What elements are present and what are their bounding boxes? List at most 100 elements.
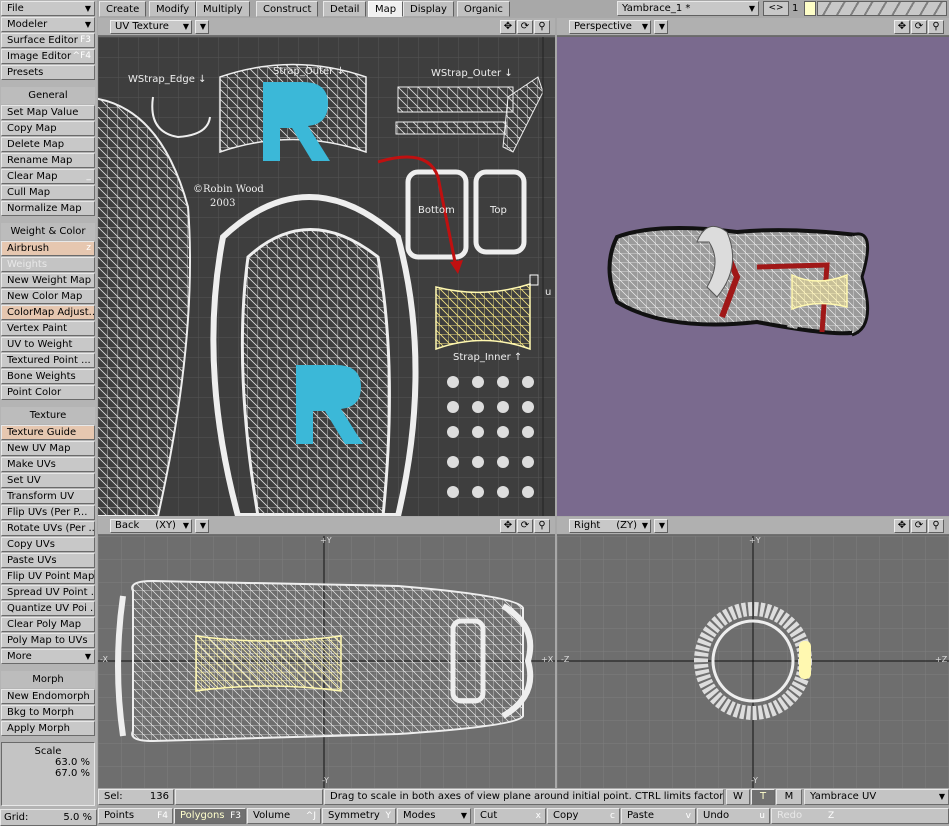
modeler-menu-button[interactable]: Modeler	[1, 17, 95, 32]
paste-uvs-button[interactable]: Paste UVs	[1, 553, 95, 568]
make-uvs-button[interactable]: Make UVs	[1, 457, 95, 472]
vmap-texture-toggle[interactable]: T	[751, 789, 775, 805]
perspective-canvas[interactable]	[557, 37, 949, 516]
point-color-button[interactable]: Point Color	[1, 385, 95, 400]
paste-button[interactable]: Paste v	[621, 808, 696, 824]
more-menu-button[interactable]: More	[1, 649, 95, 664]
normalize-map-button[interactable]: Normalize Map	[1, 201, 95, 216]
rotate-view-icon[interactable]: ⟳	[517, 519, 533, 533]
cut-button[interactable]: Cut x	[474, 808, 546, 824]
quantize-uv-button[interactable]: Quantize UV Poi ...	[1, 601, 95, 616]
right-canvas[interactable]: +Y -Y -Z +Z	[557, 536, 949, 788]
weights-button[interactable]: Weights	[1, 257, 95, 272]
zoom-icon[interactable]: ⚲	[534, 519, 550, 533]
poly-map-to-uvs-button[interactable]: Poly Map to UVs	[1, 633, 95, 648]
new-color-map-button[interactable]: New Color Map	[1, 289, 95, 304]
layer-slot-active[interactable]	[804, 1, 816, 16]
uv-texture-viewport[interactable]: UV Texture ✥⟳⚲	[98, 18, 555, 516]
symmetry-button[interactable]: Symmetry Y	[322, 808, 396, 824]
uv-view-mode-dropdown[interactable]: UV Texture	[110, 20, 192, 34]
tab-map[interactable]: Map	[368, 1, 404, 17]
uv-canvas[interactable]: WStrap_Edge ↓ Strap_Outer ↓ WStrap_Outer…	[98, 37, 555, 516]
tab-multiply[interactable]: Multiply	[196, 1, 250, 17]
move-view-icon[interactable]: ✥	[500, 519, 516, 533]
label-year: 2003	[210, 198, 236, 209]
bkg-to-morph-button[interactable]: Bkg to Morph	[1, 705, 95, 720]
back-xy-viewport[interactable]: Back (XY) ✥⟳⚲ +Y -Y -X +X	[98, 517, 555, 788]
zoom-icon[interactable]: ⚲	[534, 20, 550, 34]
texture-guide-button[interactable]: Texture Guide	[1, 425, 95, 440]
tab-modify[interactable]: Modify	[149, 1, 197, 17]
polygons-mode-button[interactable]: Polygons F3	[174, 808, 246, 824]
move-view-icon[interactable]: ✥	[500, 20, 516, 34]
clear-poly-map-button[interactable]: Clear Poly Map	[1, 617, 95, 632]
set-uv-button[interactable]: Set UV	[1, 473, 95, 488]
right-zy-viewport[interactable]: Right (ZY) ✥⟳⚲ +Y -Y -Z +Z	[557, 517, 949, 788]
new-endomorph-button[interactable]: New Endomorph	[1, 689, 95, 704]
uv-to-weight-button[interactable]: UV to Weight	[1, 337, 95, 352]
layer-slots[interactable]	[817, 1, 947, 16]
perspective-viewport[interactable]: Perspective ✥⟳⚲	[557, 18, 949, 516]
back-view-options-dropdown[interactable]	[195, 519, 209, 533]
rename-map-button[interactable]: Rename Map	[1, 153, 95, 168]
back-canvas[interactable]: +Y -Y -X +X	[98, 536, 555, 788]
modes-dropdown[interactable]: Modes ▼	[397, 808, 471, 824]
points-mode-button[interactable]: Points F4	[98, 808, 173, 824]
chevron-down-icon: ▼	[938, 792, 945, 801]
tab-detail[interactable]: Detail	[323, 1, 367, 17]
copy-map-button[interactable]: Copy Map	[1, 121, 95, 136]
object-selector[interactable]: Yambrace_1 * ▼	[617, 1, 759, 16]
vertex-paint-button[interactable]: Vertex Paint	[1, 321, 95, 336]
copy-button[interactable]: Copy c	[547, 808, 620, 824]
set-map-value-button[interactable]: Set Map Value	[1, 105, 95, 120]
clear-map-button[interactable]: Clear Map _	[1, 169, 95, 184]
tab-display[interactable]: Display	[403, 1, 454, 17]
textured-point-button[interactable]: Textured Point ...	[1, 353, 95, 368]
vmap-morph-toggle[interactable]: M	[776, 789, 802, 805]
airbrush-button[interactable]: Airbrush z	[1, 241, 95, 256]
delete-map-button[interactable]: Delete Map	[1, 137, 95, 152]
undo-button[interactable]: Undo u	[697, 808, 770, 824]
tab-create[interactable]: Create	[99, 1, 147, 17]
bone-weights-button[interactable]: Bone Weights	[1, 369, 95, 384]
file-menu-button[interactable]: File	[1, 1, 95, 16]
flip-uvs-button[interactable]: Flip UVs (Per P...	[1, 505, 95, 520]
image-editor-button[interactable]: Image Editor ^F4	[1, 49, 95, 64]
new-uv-map-button[interactable]: New UV Map	[1, 441, 95, 456]
apply-morph-button[interactable]: Apply Morph	[1, 721, 95, 736]
move-view-icon[interactable]: ✥	[894, 20, 910, 34]
uv-view-options-dropdown[interactable]	[195, 20, 209, 34]
rotate-view-icon[interactable]: ⟳	[517, 20, 533, 34]
vmap-selector[interactable]: Yambrace UV ▼	[804, 789, 949, 805]
perspective-view-mode-dropdown[interactable]: Perspective	[569, 20, 651, 34]
right-view-options-dropdown[interactable]	[654, 519, 668, 533]
move-view-icon[interactable]: ✥	[894, 519, 910, 533]
tab-construct[interactable]: Construct	[256, 1, 319, 17]
right-view-mode-dropdown[interactable]: Right (ZY)	[569, 519, 651, 533]
redo-button[interactable]: Redo Z	[771, 808, 949, 824]
presets-button[interactable]: Presets	[1, 65, 95, 80]
axis-label-top: +Y	[749, 536, 761, 545]
layer-prev-next-arrows[interactable]: <>	[763, 1, 789, 16]
rotate-view-icon[interactable]: ⟳	[911, 20, 927, 34]
tab-organic[interactable]: Organic	[457, 1, 510, 17]
tab-bar: Create Modify Multiply Construct Detail …	[97, 0, 617, 17]
spread-uv-point-button[interactable]: Spread UV Point ...	[1, 585, 95, 600]
volume-mode-button[interactable]: Volume ^J	[247, 808, 321, 824]
copy-uvs-button[interactable]: Copy UVs	[1, 537, 95, 552]
flip-uv-point-map-button[interactable]: Flip UV Point Map	[1, 569, 95, 584]
zoom-icon[interactable]: ⚲	[928, 519, 944, 533]
axis-label-right: +Z	[935, 655, 948, 664]
back-view-mode-dropdown[interactable]: Back (XY)	[110, 519, 192, 533]
cull-map-button[interactable]: Cull Map	[1, 185, 95, 200]
layer-number: 1	[792, 3, 799, 14]
perspective-view-options-dropdown[interactable]	[654, 20, 668, 34]
rotate-view-icon[interactable]: ⟳	[911, 519, 927, 533]
surface-editor-button[interactable]: Surface Editor F3	[1, 33, 95, 48]
colormap-adjust-button[interactable]: ColorMap Adjust...	[1, 305, 95, 320]
vmap-weight-toggle[interactable]: W	[726, 789, 750, 805]
rotate-uvs-button[interactable]: Rotate UVs (Per ...	[1, 521, 95, 536]
new-weight-map-button[interactable]: New Weight Map	[1, 273, 95, 288]
transform-uv-button[interactable]: Transform UV	[1, 489, 95, 504]
zoom-icon[interactable]: ⚲	[928, 20, 944, 34]
